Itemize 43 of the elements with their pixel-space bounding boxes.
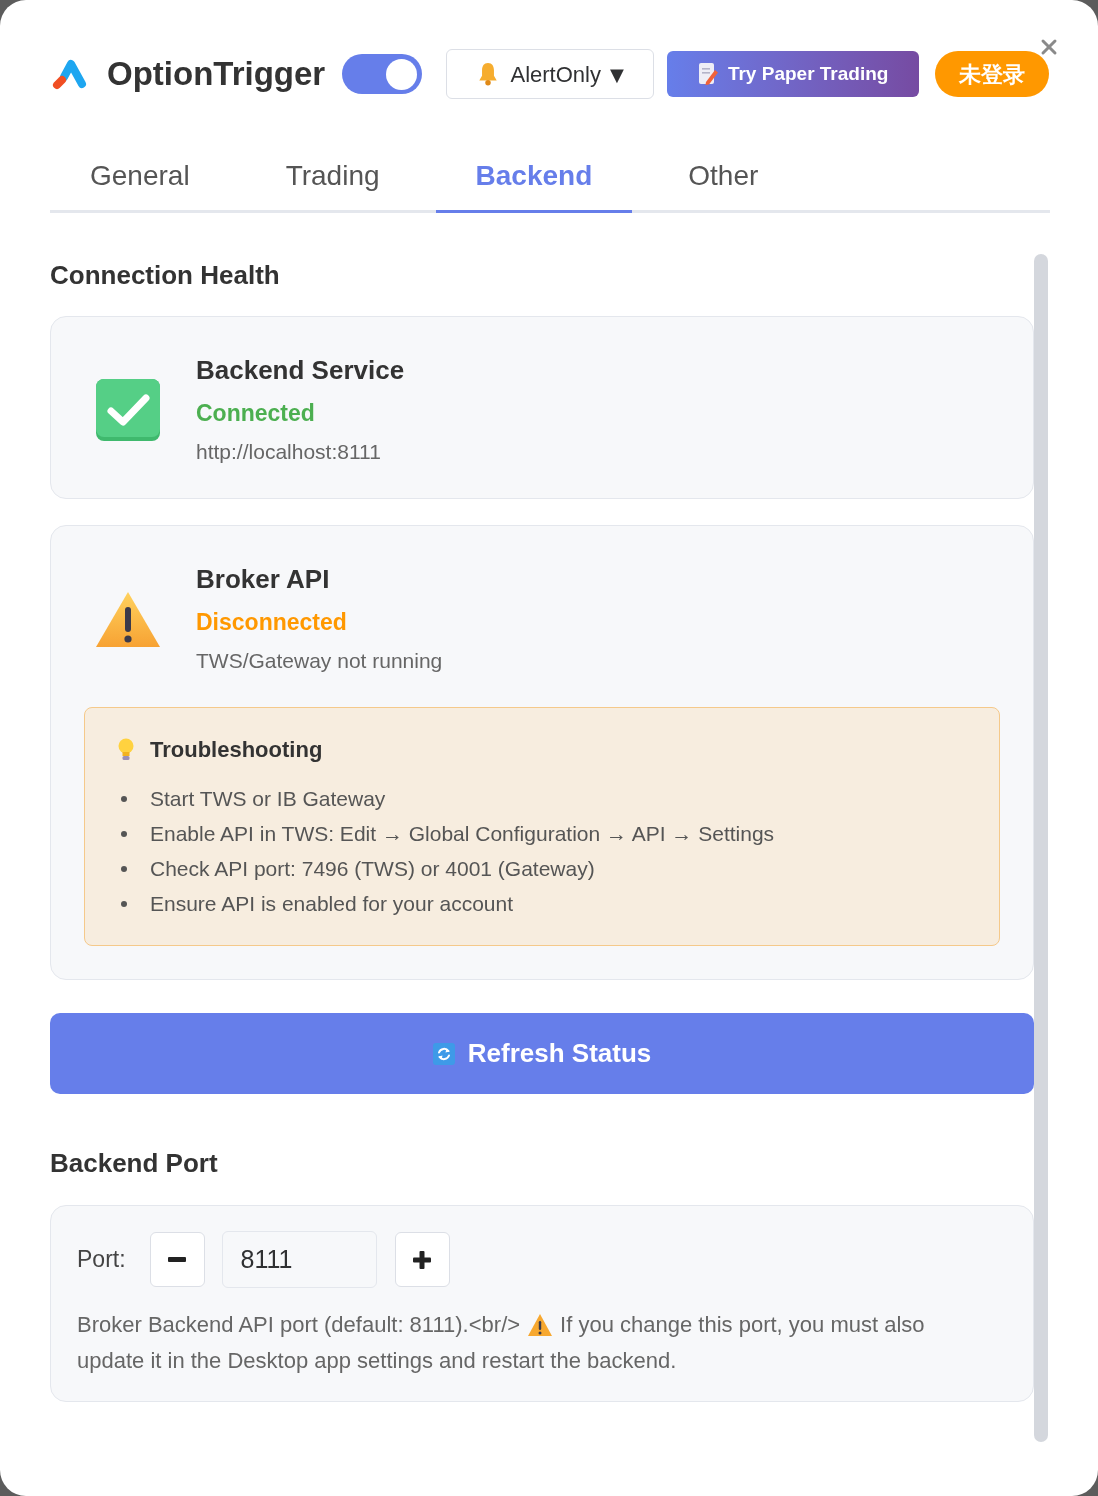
status-detail: TWS/Gateway not running — [196, 648, 443, 674]
document-pencil-icon — [697, 62, 718, 86]
status-text: Connected — [196, 399, 315, 428]
tab[interactable]: Backend — [435, 150, 633, 213]
logo-icon — [52, 58, 88, 90]
troubleshooting-step: Enable API in TWS: Edit → Global Configuration → API → Settings — [150, 816, 775, 851]
port-label: Port: — [77, 1245, 126, 1275]
plus-icon — [413, 1250, 432, 1269]
warning-icon — [96, 590, 160, 647]
warning-icon — [528, 1314, 553, 1336]
section-heading: Connection Health — [50, 259, 281, 290]
troubleshooting-title: Troubleshooting — [150, 736, 323, 764]
service-name: Backend Service — [196, 354, 405, 386]
paper-trading-button[interactable]: Try Paper Trading — [667, 51, 920, 97]
tab[interactable]: General — [50, 150, 230, 213]
troubleshooting-step: Start TWS or IB Gateway — [150, 781, 386, 816]
scrollbar[interactable] — [1034, 254, 1048, 1442]
troubleshooting-step: Check API port: 7496 (TWS) or 4001 (Gateway) — [150, 851, 595, 886]
bullet-icon — [121, 900, 127, 907]
minus-icon — [168, 1257, 187, 1262]
section-heading: Backend Port — [50, 1148, 219, 1178]
tab[interactable]: Other — [648, 150, 799, 213]
bullet-icon — [121, 830, 127, 837]
status-detail: http://localhost:8111 — [196, 439, 381, 465]
service-name: Broker API — [196, 563, 330, 595]
help-text: update it in the Desktop app settings and restart the backend. — [77, 1347, 677, 1375]
port-input[interactable]: 8111 — [221, 1231, 377, 1288]
enable-toggle[interactable] — [342, 54, 423, 94]
refresh-button[interactable]: Refresh Status — [50, 1013, 1034, 1094]
bullet-icon — [121, 795, 127, 802]
refresh-icon — [432, 1042, 455, 1065]
status-text: Disconnected — [196, 608, 347, 637]
decrement-button[interactable] — [149, 1232, 205, 1287]
lightbulb-icon — [118, 738, 134, 762]
tab[interactable]: Trading — [245, 150, 420, 213]
help-text: If you change this port, you must also — [560, 1311, 925, 1339]
check-icon — [96, 378, 160, 441]
mode-dropdown[interactable]: AlertOnly ▼ — [446, 49, 655, 99]
troubleshooting-step: Ensure API is enabled for your account — [150, 886, 514, 921]
help-text: Broker Backend API port (default: 8111).<br/> — [77, 1311, 521, 1339]
increment-button[interactable] — [394, 1232, 450, 1287]
bullet-icon — [121, 865, 127, 872]
app-title: OptionTrigger — [107, 54, 326, 94]
